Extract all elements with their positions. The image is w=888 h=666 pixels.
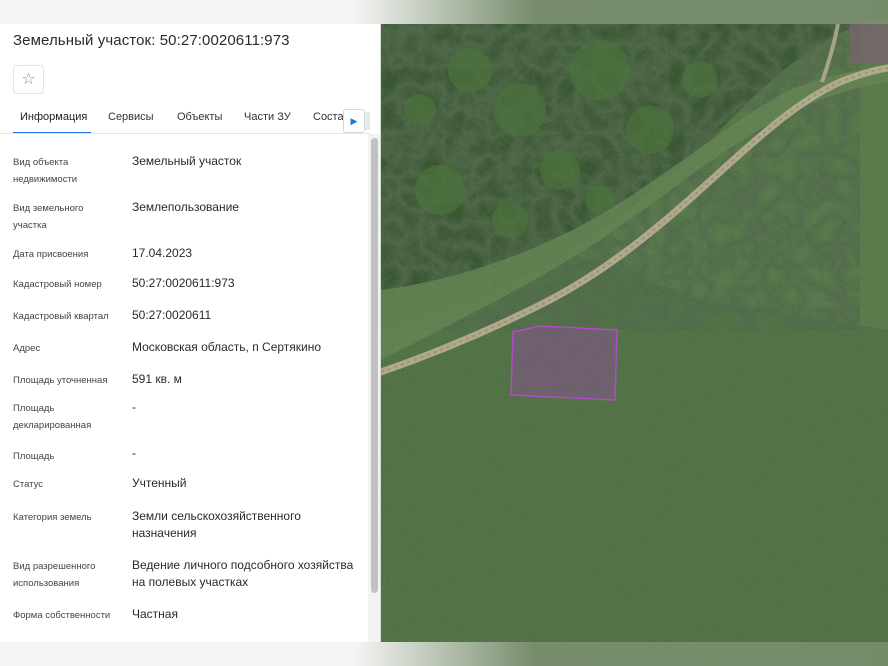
star-icon: ☆ xyxy=(21,70,36,88)
chevron-right-icon: ▶ xyxy=(350,115,358,126)
parcel-polygon[interactable] xyxy=(510,325,618,401)
row-label-area-specified: Площадь уточненная xyxy=(13,375,108,386)
row-label-area: Площадь xyxy=(13,451,55,462)
info-panel: Земельный участок: 50:27:0020611:973 ☆ И… xyxy=(0,24,381,642)
tab-composition[interactable]: Соста xyxy=(313,111,344,123)
tab-overflow-edge xyxy=(365,112,370,130)
row-value-assign-date: 17.04.2023 xyxy=(132,246,193,260)
tab-parts[interactable]: Части ЗУ xyxy=(244,111,291,123)
row-value-cadastral-quarter[interactable]: 50:27:0020611 xyxy=(132,307,357,324)
row-value-area-specified: 591 кв. м xyxy=(132,372,182,386)
bottom-fade xyxy=(0,642,888,666)
active-tab-indicator xyxy=(13,132,91,133)
row-value-area: - xyxy=(132,446,136,460)
row-value-land-category: Земли сельскохозяйственного назначения xyxy=(132,509,301,540)
tab-scroll-button[interactable]: ▶ xyxy=(343,109,365,133)
top-fade xyxy=(0,0,888,24)
row-value-status: Учтенный xyxy=(132,476,187,490)
row-value-parcel-type: Землепользование xyxy=(132,200,239,214)
page-title: Земельный участок: 50:27:0020611:973 xyxy=(13,32,290,49)
row-label-land-category: Категория земель xyxy=(13,512,92,523)
row-label-object-type: Вид объекта недвижимости xyxy=(13,157,78,185)
row-value-address: Московская область, п Сертякино xyxy=(132,340,322,354)
row-label-address: Адрес xyxy=(13,343,41,354)
row-label-parcel-type: Вид земельного участка xyxy=(13,203,84,231)
row-value-ownership: Частная xyxy=(132,607,178,621)
row-value-object-type: Земельный участок xyxy=(132,154,242,168)
tab-services[interactable]: Сервисы xyxy=(108,111,154,123)
row-value-cadastral-number[interactable]: 50:27:0020611:973 xyxy=(132,275,357,292)
row-label-assign-date: Дата присвоения xyxy=(13,249,89,260)
tab-objects[interactable]: Объекты xyxy=(177,111,222,123)
tab-bar: Информация Сервисы Объекты Части ЗУ Сост… xyxy=(0,106,370,134)
tab-info[interactable]: Информация xyxy=(20,111,87,123)
row-label-cadastral-quarter: Кадастровый квартал xyxy=(13,311,109,322)
row-label-status: Статус xyxy=(13,479,44,490)
row-label-cadastral-number: Кадастровый номер xyxy=(13,279,102,290)
row-label-ownership: Форма собственности xyxy=(13,610,111,621)
row-value-area-declared: - xyxy=(132,400,136,414)
row-label-permitted-use: Вид разрешенного использования xyxy=(13,561,96,589)
row-value-permitted-use: Ведение личного подсобного хозяйства на … xyxy=(132,558,354,589)
panel-scrollbar-thumb[interactable] xyxy=(371,138,378,593)
favorite-button[interactable]: ☆ xyxy=(13,65,44,94)
row-label-area-declared: Площадь декларированная xyxy=(13,403,92,431)
